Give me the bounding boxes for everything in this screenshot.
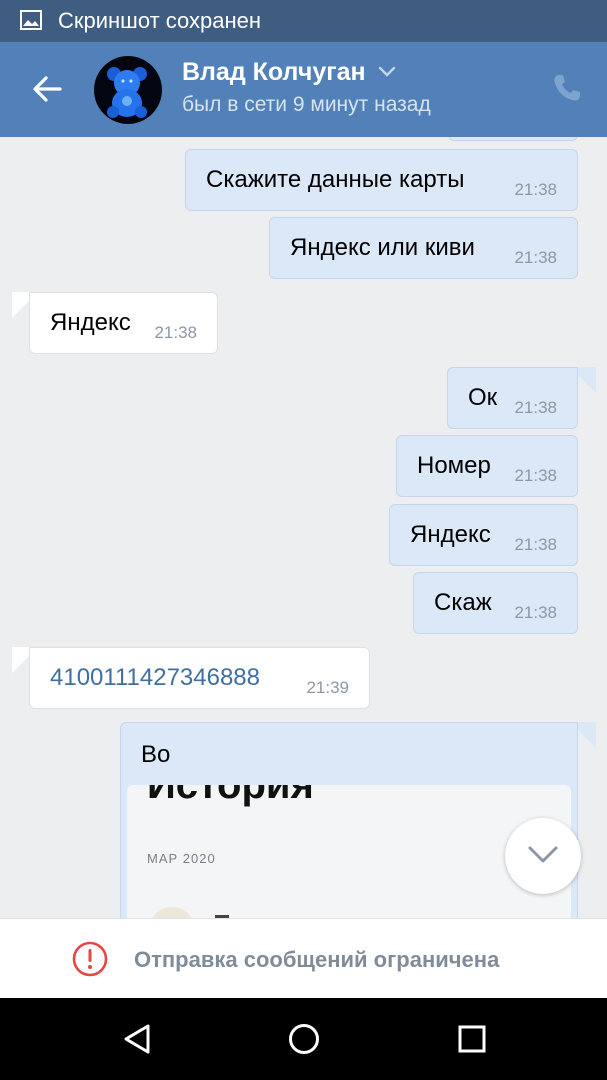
message-time: 21:38 [514, 466, 557, 485]
last-seen-status: был в сети 9 минут назад [182, 93, 431, 116]
messaging-restricted-bar: Отправка сообщений ограничена [0, 918, 607, 998]
message-text: Скаж [434, 589, 492, 616]
message-time: 21:38 [514, 180, 557, 199]
home-circle-icon[interactable] [287, 1022, 321, 1056]
back-triangle-icon[interactable] [120, 1022, 154, 1056]
message-text: Ок [468, 384, 498, 411]
contact-name[interactable]: Влад Колчуган [182, 58, 366, 87]
message-incoming[interactable]: Яндекс 21:38 [29, 292, 218, 354]
attachment-avatar [149, 907, 195, 918]
scroll-down-button[interactable] [505, 818, 581, 894]
message-incoming[interactable]: 4100111427346888 21:39 [29, 647, 370, 709]
back-arrow-icon[interactable] [30, 72, 64, 106]
chat-header: Влад Колчуган был в сети 9 минут назад [0, 42, 607, 137]
avatar[interactable] [94, 56, 162, 124]
message-text: Во [141, 741, 171, 768]
message-time: 21:39 [306, 678, 349, 697]
message-outgoing-with-attachment[interactable]: Во История МАР 2020 [120, 722, 578, 918]
message-text: Яндекс или киви [290, 234, 475, 261]
message-outgoing[interactable]: Скажите данные карты 21:38 [185, 149, 578, 211]
message-time: 21:38 [514, 603, 557, 622]
phone-icon[interactable] [551, 72, 583, 104]
message-outgoing[interactable]: Скаж 21:38 [413, 572, 578, 634]
attachment-heading: История [147, 785, 314, 807]
message-list[interactable]: Скажите данные карты 21:38 Яндекс или ки… [0, 137, 607, 918]
message-time: 21:38 [514, 535, 557, 554]
chevron-down-icon [528, 846, 558, 863]
message-outgoing[interactable]: Яндекс или киви 21:38 [269, 217, 578, 279]
teddy-bear-icon [107, 67, 147, 118]
message-text: Яндекс [410, 521, 491, 548]
message-outgoing[interactable]: Номер 21:38 [396, 435, 578, 497]
message-time: 21:38 [154, 323, 197, 342]
attachment-date: МАР 2020 [147, 851, 216, 866]
message-outgoing[interactable]: Ок 21:38 [447, 367, 578, 429]
alert-icon [72, 941, 108, 977]
chevron-down-icon[interactable] [378, 66, 396, 78]
status-bar-text: Скриншот сохранен [58, 8, 262, 33]
recents-square-icon[interactable] [455, 1022, 489, 1056]
message-partial [448, 137, 578, 141]
message-text: Номер [417, 452, 491, 479]
message-text: Яндекс [50, 309, 131, 336]
restriction-text: Отправка сообщений ограничена [134, 947, 500, 972]
status-bar: Скриншот сохранен [0, 0, 607, 42]
message-outgoing[interactable]: Яндекс 21:38 [389, 504, 578, 566]
message-time: 21:38 [514, 248, 557, 267]
message-text: Скажите данные карты [206, 166, 465, 193]
system-nav-bar [0, 998, 607, 1080]
message-time: 21:38 [514, 398, 557, 417]
image-icon [20, 10, 42, 30]
card-number-link[interactable]: 4100111427346888 [50, 664, 260, 692]
